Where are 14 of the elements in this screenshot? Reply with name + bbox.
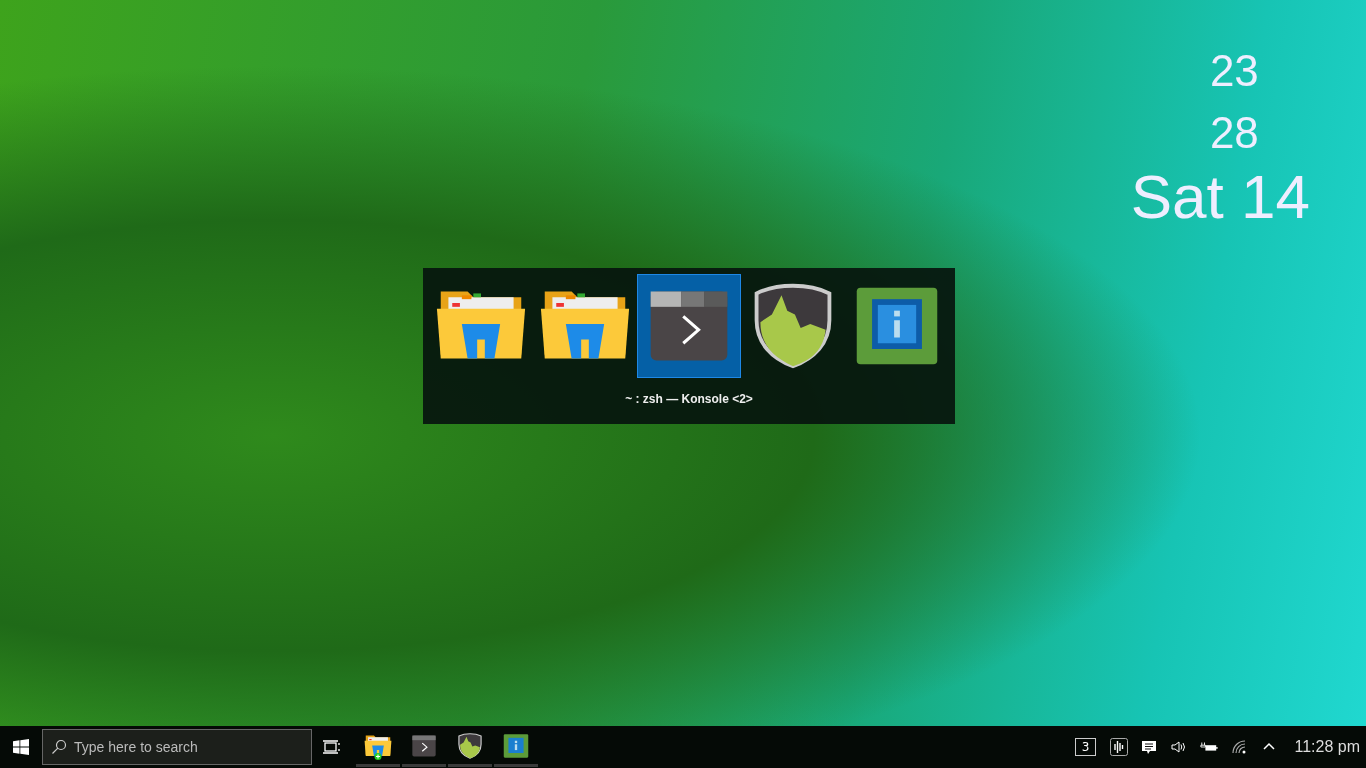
taskbar-clock[interactable]: 11:28 pm xyxy=(1294,738,1360,756)
info-chip-icon xyxy=(502,731,530,760)
task-view-icon[interactable] xyxy=(322,739,342,755)
window-title: ~ : zsh — Konsole <2> xyxy=(625,392,753,406)
start-icon[interactable] xyxy=(13,739,29,755)
clock-minute: 28 xyxy=(1208,107,1259,159)
switcher-item[interactable] xyxy=(637,274,741,378)
notification-icon[interactable] xyxy=(1140,738,1159,756)
clock-date: Sat 14 xyxy=(1130,164,1310,230)
clock-hour: 23 xyxy=(1208,45,1259,97)
audio-bars-icon[interactable] xyxy=(1110,738,1129,756)
search-field[interactable]: Type here to search xyxy=(42,729,312,765)
shield-graph-icon xyxy=(456,731,484,760)
desktop-number[interactable]: 3 xyxy=(1074,738,1097,756)
